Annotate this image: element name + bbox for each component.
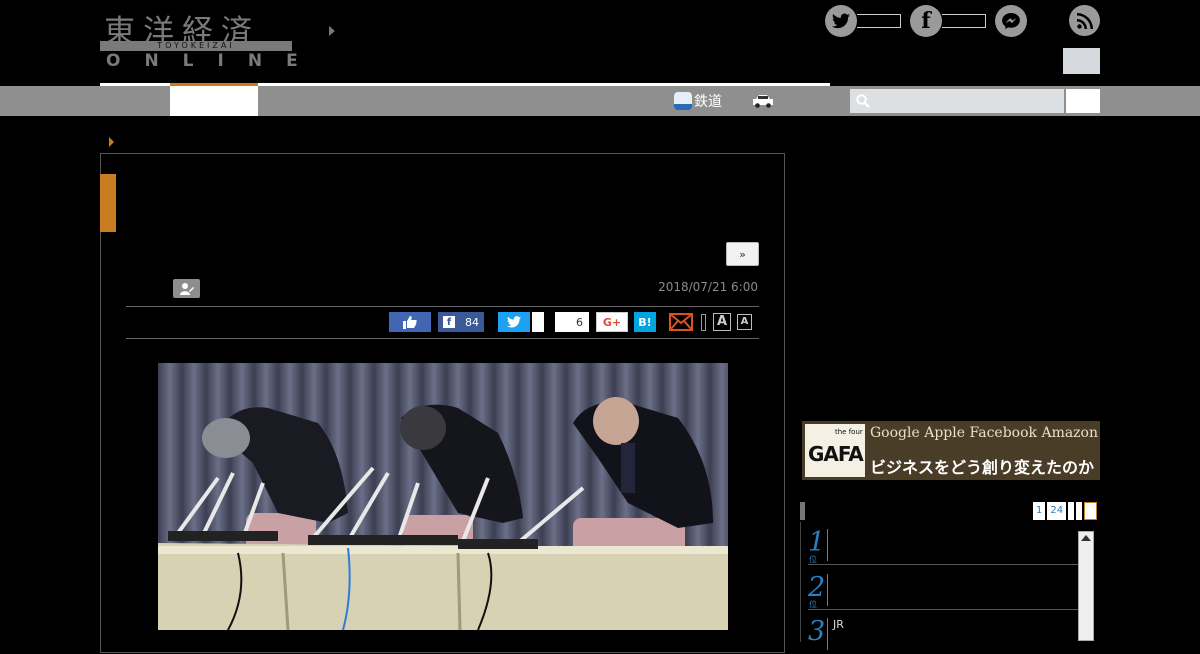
share-divider-bottom [126,338,759,339]
facebook-icon[interactable]: f [910,5,942,37]
pocket-count: 6 [576,315,583,329]
rank-divider [827,618,828,650]
ranking-tab-5[interactable] [1084,502,1098,520]
title-accent-bar [100,174,116,232]
scroll-up-icon[interactable] [1081,535,1091,541]
rank-unit: 位 [809,600,817,609]
rank-title: JR [833,618,844,631]
train-icon [674,92,692,110]
facebook-share-count: 84 [465,315,479,329]
logo-online: ONLINE [106,51,322,71]
nav-tab-active[interactable] [170,83,258,116]
article-photo [158,363,728,630]
divider-mark [701,314,706,331]
gafa-line2: ビジネスをどう創り変えたのか [870,458,1095,477]
car-icon [753,95,773,108]
twitter-bird-icon [507,316,521,328]
ranking-tab-1[interactable]: 1 [1033,502,1046,520]
rank-divider [827,529,828,561]
rank-number: 2 [808,572,826,603]
search-icon [856,94,870,108]
rank-unit: 位 [809,555,817,564]
header-arrow-icon[interactable] [329,26,335,36]
ranking-item[interactable]: 2 位 [808,570,1078,610]
gafa-book-cover: the four GAFA [805,424,865,477]
rss-icon[interactable] [1069,5,1100,36]
rank-divider [827,574,828,606]
next-page-button[interactable]: » [726,242,759,266]
ranking-scrollbar[interactable] [1078,531,1094,641]
site-logo[interactable]: 東洋経済 TOYOKEIZAI ONLINE [100,6,298,72]
breadcrumb-arrow-icon [109,137,114,147]
nav-item-car[interactable] [752,93,774,108]
search-button[interactable] [1066,89,1100,113]
rank-number: 3 [808,616,826,647]
tweet-button[interactable] [498,312,530,332]
font-size-small-button[interactable]: A [737,314,752,330]
gafa-line1: Google Apple Facebook Amazon [870,425,1099,441]
logo-subtitle: TOYOKEIZAI [157,41,235,50]
nav-item-rail[interactable]: 鉄道 [674,90,722,112]
facebook-share-button[interactable]: f 84 [438,312,484,332]
facebook-count-box [942,14,986,28]
search-input[interactable] [850,89,1064,113]
font-size-large-button[interactable]: A [713,313,731,331]
ranking-item[interactable]: 3 JR [808,614,1078,654]
ranking-tabs: 1 24 [1033,502,1098,520]
twitter-icon[interactable] [825,5,857,37]
thumbs-up-icon [403,315,417,329]
gafa-logo-text: GAFA [808,442,864,466]
google-plus-button[interactable]: G+ [596,312,628,332]
login-button[interactable] [1063,48,1100,74]
logo-bar: TOYOKEIZAI [100,41,292,51]
article-date: 2018/07/21 6:00 [658,280,758,294]
nav-rail-label: 鉄道 [694,94,722,110]
twitter-count-box [857,14,901,28]
ranking-tab-3[interactable] [1068,502,1075,520]
hatena-bookmark-button[interactable]: B! [634,312,656,332]
pocket-button[interactable]: 6 [555,312,589,332]
facebook-square-icon: f [443,316,455,328]
gafa-logo-small: the four [835,428,863,436]
facebook-like-button[interactable] [389,312,431,332]
messenger-icon[interactable] [995,5,1027,37]
author-icon[interactable] [173,279,200,298]
tweet-count-bubble [532,312,544,332]
mail-icon[interactable] [669,313,693,331]
ranking-tab-24[interactable]: 24 [1047,502,1067,520]
ranking-tab-4[interactable] [1076,502,1083,520]
share-divider-top [126,306,759,307]
gafa-banner[interactable]: the four GAFA Google Apple Facebook Amaz… [802,421,1100,480]
ranking-item[interactable]: 1 位 [808,525,1078,565]
rank-number: 1 [808,527,826,558]
